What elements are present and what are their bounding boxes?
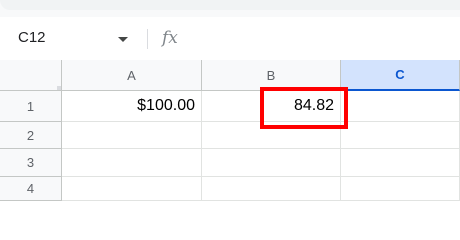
cell-c1[interactable] [341, 91, 460, 122]
toolbar-edge [0, 0, 460, 10]
formula-bar-divider [147, 29, 148, 49]
chevron-down-icon[interactable] [118, 37, 128, 42]
cell-b4[interactable] [202, 177, 341, 201]
fx-icon: fx [162, 28, 178, 48]
top-toolbar-strip [0, 0, 460, 17]
cell-a3[interactable] [62, 149, 202, 177]
cell-c4[interactable] [341, 177, 460, 201]
spreadsheet-grid: A B C 1 2 3 4 $100.00 84.82 [0, 60, 460, 201]
row-header-3[interactable]: 3 [0, 149, 62, 177]
select-all-corner[interactable] [0, 60, 62, 91]
column-header-c[interactable]: C [341, 60, 460, 91]
formula-bar: C12 fx [0, 17, 460, 60]
cell-b3[interactable] [202, 149, 341, 177]
cell-c3[interactable] [341, 149, 460, 177]
row-header-4[interactable]: 4 [0, 177, 62, 201]
row-header-2[interactable]: 2 [0, 122, 62, 149]
cell-c2[interactable] [341, 122, 460, 149]
row-header-1[interactable]: 1 [0, 91, 62, 122]
cell-a4[interactable] [62, 177, 202, 201]
name-box[interactable]: C12 [18, 29, 46, 46]
highlight-box [260, 87, 348, 129]
cell-a1[interactable]: $100.00 [62, 91, 202, 122]
column-header-a[interactable]: A [62, 60, 202, 91]
cell-a2[interactable] [62, 122, 202, 149]
